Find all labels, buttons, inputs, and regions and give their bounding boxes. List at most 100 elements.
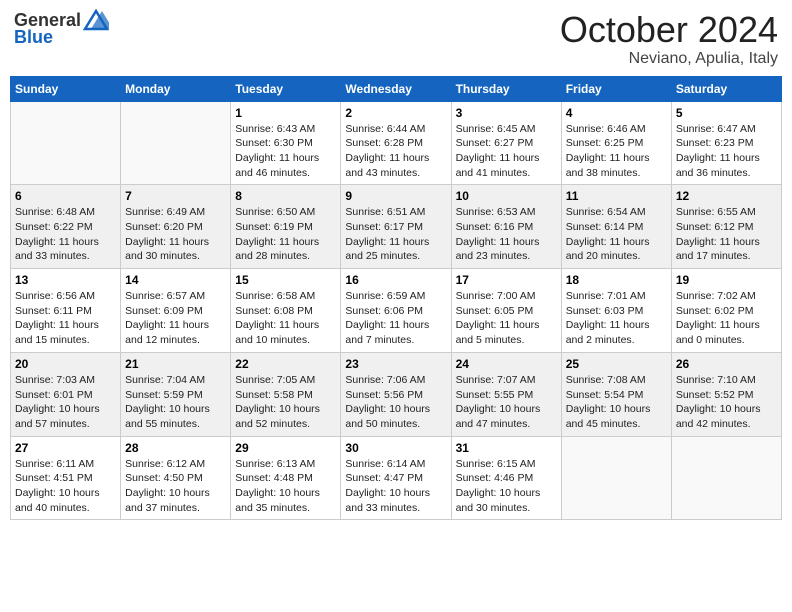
calendar-cell: 23 Sunrise: 7:06 AMSunset: 5:56 PMDayligh… — [341, 352, 451, 436]
calendar-week-row: 6 Sunrise: 6:48 AMSunset: 6:22 PMDaylight… — [11, 185, 782, 269]
day-info: Sunrise: 6:45 AMSunset: 6:27 PMDaylight:… — [456, 122, 557, 181]
calendar-cell: 16 Sunrise: 6:59 AMSunset: 6:06 PMDayligh… — [341, 269, 451, 353]
calendar-cell: 27 Sunrise: 6:11 AMSunset: 4:51 PMDayligh… — [11, 436, 121, 520]
day-info: Sunrise: 6:49 AMSunset: 6:20 PMDaylight:… — [125, 205, 226, 264]
day-number: 14 — [125, 273, 226, 287]
calendar-cell: 30 Sunrise: 6:14 AMSunset: 4:47 PMDayligh… — [341, 436, 451, 520]
day-info: Sunrise: 6:44 AMSunset: 6:28 PMDaylight:… — [345, 122, 446, 181]
day-number: 17 — [456, 273, 557, 287]
logo: General Blue — [14, 10, 109, 48]
calendar-cell: 9 Sunrise: 6:51 AMSunset: 6:17 PMDaylight… — [341, 185, 451, 269]
calendar-cell — [121, 101, 231, 185]
day-number: 10 — [456, 189, 557, 203]
day-info: Sunrise: 6:57 AMSunset: 6:09 PMDaylight:… — [125, 289, 226, 348]
calendar-cell: 18 Sunrise: 7:01 AMSunset: 6:03 PMDayligh… — [561, 269, 671, 353]
day-number: 15 — [235, 273, 336, 287]
calendar-cell: 25 Sunrise: 7:08 AMSunset: 5:54 PMDayligh… — [561, 352, 671, 436]
day-number: 30 — [345, 441, 446, 455]
day-info: Sunrise: 7:02 AMSunset: 6:02 PMDaylight:… — [676, 289, 777, 348]
day-number: 6 — [15, 189, 116, 203]
weekday-header: Monday — [121, 76, 231, 101]
calendar-week-row: 1 Sunrise: 6:43 AMSunset: 6:30 PMDaylight… — [11, 101, 782, 185]
calendar-cell: 29Sunrise: 6:13 AMSunset: 4:48 PMDayligh… — [231, 436, 341, 520]
calendar-cell: 12 Sunrise: 6:55 AMSunset: 6:12 PMDayligh… — [671, 185, 781, 269]
day-number: 26 — [676, 357, 777, 371]
calendar-cell: 5 Sunrise: 6:47 AMSunset: 6:23 PMDaylight… — [671, 101, 781, 185]
day-info: Sunrise: 7:01 AMSunset: 6:03 PMDaylight:… — [566, 289, 667, 348]
calendar-table: SundayMondayTuesdayWednesdayThursdayFrid… — [10, 76, 782, 521]
calendar-cell: 8 Sunrise: 6:50 AMSunset: 6:19 PMDaylight… — [231, 185, 341, 269]
weekday-header: Friday — [561, 76, 671, 101]
title-block: October 2024 Neviano, Apulia, Italy — [560, 10, 778, 68]
day-info: Sunrise: 6:59 AMSunset: 6:06 PMDaylight:… — [345, 289, 446, 348]
day-number: 8 — [235, 189, 336, 203]
day-info: Sunrise: 7:00 AMSunset: 6:05 PMDaylight:… — [456, 289, 557, 348]
calendar-cell: 26Sunrise: 7:10 AMSunset: 5:52 PMDayligh… — [671, 352, 781, 436]
day-number: 4 — [566, 106, 667, 120]
day-number: 25 — [566, 357, 667, 371]
weekday-header: Saturday — [671, 76, 781, 101]
day-info: Sunrise: 6:58 AMSunset: 6:08 PMDaylight:… — [235, 289, 336, 348]
day-number: 31 — [456, 441, 557, 455]
calendar-cell: 11Sunrise: 6:54 AMSunset: 6:14 PMDayligh… — [561, 185, 671, 269]
calendar-header-row: SundayMondayTuesdayWednesdayThursdayFrid… — [11, 76, 782, 101]
day-number: 7 — [125, 189, 226, 203]
logo-icon — [83, 9, 109, 31]
day-info: Sunrise: 6:48 AMSunset: 6:22 PMDaylight:… — [15, 205, 116, 264]
calendar-cell: 22 Sunrise: 7:05 AMSunset: 5:58 PMDayligh… — [231, 352, 341, 436]
day-number: 22 — [235, 357, 336, 371]
calendar-week-row: 13 Sunrise: 6:56 AMSunset: 6:11 PMDayligh… — [11, 269, 782, 353]
calendar-cell — [561, 436, 671, 520]
day-info: Sunrise: 6:14 AMSunset: 4:47 PMDaylight:… — [345, 457, 446, 516]
month-title: October 2024 — [560, 10, 778, 50]
day-info: Sunrise: 6:47 AMSunset: 6:23 PMDaylight:… — [676, 122, 777, 181]
day-info: Sunrise: 6:46 AMSunset: 6:25 PMDaylight:… — [566, 122, 667, 181]
calendar-cell: 14 Sunrise: 6:57 AMSunset: 6:09 PMDayligh… — [121, 269, 231, 353]
calendar-cell: 2 Sunrise: 6:44 AMSunset: 6:28 PMDaylight… — [341, 101, 451, 185]
calendar-week-row: 20 Sunrise: 7:03 AMSunset: 6:01 PMDayligh… — [11, 352, 782, 436]
calendar-cell: 10Sunrise: 6:53 AMSunset: 6:16 PMDayligh… — [451, 185, 561, 269]
day-number: 2 — [345, 106, 446, 120]
day-info: Sunrise: 6:51 AMSunset: 6:17 PMDaylight:… — [345, 205, 446, 264]
calendar-cell: 24Sunrise: 7:07 AMSunset: 5:55 PMDayligh… — [451, 352, 561, 436]
day-number: 11 — [566, 189, 667, 203]
day-info: Sunrise: 7:03 AMSunset: 6:01 PMDaylight:… — [15, 373, 116, 432]
calendar-cell: 19 Sunrise: 7:02 AMSunset: 6:02 PMDayligh… — [671, 269, 781, 353]
day-number: 3 — [456, 106, 557, 120]
day-number: 19 — [676, 273, 777, 287]
calendar-cell: 7 Sunrise: 6:49 AMSunset: 6:20 PMDaylight… — [121, 185, 231, 269]
logo-blue: Blue — [14, 27, 53, 48]
location-title: Neviano, Apulia, Italy — [560, 50, 778, 68]
day-info: Sunrise: 7:06 AMSunset: 5:56 PMDaylight:… — [345, 373, 446, 432]
day-number: 9 — [345, 189, 446, 203]
day-number: 13 — [15, 273, 116, 287]
day-info: Sunrise: 6:43 AMSunset: 6:30 PMDaylight:… — [235, 122, 336, 181]
day-number: 16 — [345, 273, 446, 287]
day-info: Sunrise: 7:08 AMSunset: 5:54 PMDaylight:… — [566, 373, 667, 432]
day-number: 20 — [15, 357, 116, 371]
day-number: 21 — [125, 357, 226, 371]
day-info: Sunrise: 7:04 AMSunset: 5:59 PMDaylight:… — [125, 373, 226, 432]
day-number: 5 — [676, 106, 777, 120]
day-number: 12 — [676, 189, 777, 203]
day-info: Sunrise: 7:07 AMSunset: 5:55 PMDaylight:… — [456, 373, 557, 432]
calendar-cell: 13 Sunrise: 6:56 AMSunset: 6:11 PMDayligh… — [11, 269, 121, 353]
day-info: Sunrise: 6:55 AMSunset: 6:12 PMDaylight:… — [676, 205, 777, 264]
day-info: Sunrise: 6:13 AMSunset: 4:48 PMDaylight:… — [235, 457, 336, 516]
calendar-cell: 6 Sunrise: 6:48 AMSunset: 6:22 PMDaylight… — [11, 185, 121, 269]
calendar-cell: 20 Sunrise: 7:03 AMSunset: 6:01 PMDayligh… — [11, 352, 121, 436]
weekday-header: Thursday — [451, 76, 561, 101]
calendar-cell: 17 Sunrise: 7:00 AMSunset: 6:05 PMDayligh… — [451, 269, 561, 353]
day-info: Sunrise: 6:11 AMSunset: 4:51 PMDaylight:… — [15, 457, 116, 516]
day-number: 18 — [566, 273, 667, 287]
day-number: 23 — [345, 357, 446, 371]
day-info: Sunrise: 7:05 AMSunset: 5:58 PMDaylight:… — [235, 373, 336, 432]
day-number: 27 — [15, 441, 116, 455]
day-info: Sunrise: 6:15 AMSunset: 4:46 PMDaylight:… — [456, 457, 557, 516]
weekday-header: Tuesday — [231, 76, 341, 101]
weekday-header: Wednesday — [341, 76, 451, 101]
day-number: 1 — [235, 106, 336, 120]
calendar-cell: 4 Sunrise: 6:46 AMSunset: 6:25 PMDaylight… — [561, 101, 671, 185]
day-info: Sunrise: 6:56 AMSunset: 6:11 PMDaylight:… — [15, 289, 116, 348]
day-info: Sunrise: 6:50 AMSunset: 6:19 PMDaylight:… — [235, 205, 336, 264]
